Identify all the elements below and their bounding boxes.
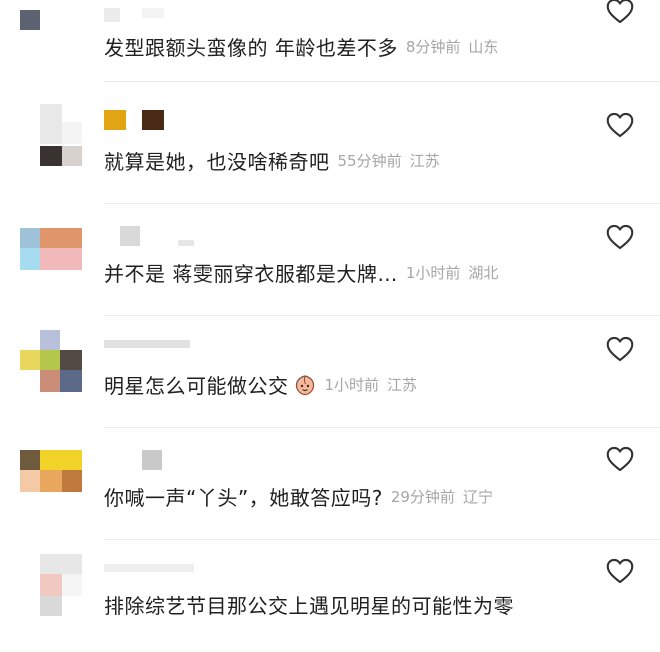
comment-text: 就算是她，也没啥稀奇吧 bbox=[104, 150, 330, 174]
avatar-pixel bbox=[40, 330, 60, 350]
heart-outline-icon[interactable] bbox=[606, 112, 634, 138]
avatar-pixel bbox=[20, 350, 40, 370]
comment-text: 排除综艺节目那公交上遇见明星的可能性为零 bbox=[104, 594, 514, 618]
avatar-pixel bbox=[60, 370, 82, 392]
avatar[interactable] bbox=[20, 450, 82, 512]
avatar-pixel bbox=[40, 450, 82, 470]
peach-face-emoji bbox=[295, 374, 314, 395]
avatar-pixel bbox=[62, 146, 82, 166]
username-blur bbox=[104, 340, 190, 348]
avatar[interactable] bbox=[20, 228, 82, 290]
username-blur bbox=[142, 110, 164, 130]
username-blur bbox=[104, 8, 120, 22]
avatar-pixel bbox=[40, 470, 62, 492]
username-blur bbox=[142, 450, 162, 470]
comment-content: 你喊一声“丫头”，她敢答应吗? 29分钟前 辽宁 bbox=[104, 482, 493, 511]
avatar-pixel bbox=[20, 248, 40, 270]
avatar-pixel bbox=[62, 122, 82, 144]
comment-time: 1小时前 bbox=[405, 264, 461, 282]
avatar-pixel bbox=[62, 470, 82, 492]
comment-item[interactable]: 发型跟额头蛮像的 年龄也差不多 8分钟前 山东 bbox=[0, 0, 660, 82]
avatar-pixel bbox=[40, 596, 62, 616]
avatar-pixel bbox=[60, 350, 82, 370]
comment-content: 并不是 蒋雯丽穿衣服都是大牌… 1小时前 湖北 bbox=[104, 258, 498, 287]
comment-content: 排除综艺节目那公交上遇见明星的可能性为零 bbox=[104, 590, 514, 619]
avatar[interactable] bbox=[20, 330, 82, 392]
comment-time: 55分钟前 bbox=[337, 152, 402, 170]
username-blur bbox=[142, 8, 164, 18]
username-blur bbox=[120, 226, 140, 246]
heart-outline-icon[interactable] bbox=[606, 558, 634, 584]
comment-item[interactable]: 就算是她，也没啥稀奇吧 55分钟前 江苏 bbox=[0, 92, 660, 204]
avatar[interactable] bbox=[20, 554, 82, 616]
comment-content: 明星怎么可能做公交 1小时前 江苏 bbox=[104, 370, 417, 399]
username-blur bbox=[178, 240, 194, 246]
comment-content: 就算是她，也没啥稀奇吧 55分钟前 江苏 bbox=[104, 146, 440, 175]
avatar-pixel bbox=[40, 574, 62, 596]
username-blur bbox=[104, 110, 126, 130]
avatar-pixel bbox=[20, 450, 40, 470]
comment-item[interactable]: 排除综艺节目那公交上遇见明星的可能性为零 bbox=[0, 540, 660, 652]
comment-content: 发型跟额头蛮像的 年龄也差不多 8分钟前 山东 bbox=[104, 32, 498, 61]
avatar-pixel bbox=[20, 10, 40, 30]
comment-text: 明星怎么可能做公交 bbox=[104, 374, 289, 398]
comment-time: 8分钟前 bbox=[405, 38, 461, 56]
avatar[interactable] bbox=[20, 104, 82, 166]
comment-location: 山东 bbox=[468, 38, 499, 56]
heart-outline-icon[interactable] bbox=[606, 224, 634, 250]
comment-location: 湖北 bbox=[468, 264, 499, 282]
comment-location: 江苏 bbox=[409, 152, 440, 170]
avatar[interactable] bbox=[20, 10, 60, 50]
comment-location: 辽宁 bbox=[462, 488, 493, 506]
comment-item[interactable]: 明星怎么可能做公交 1小时前 江苏 bbox=[0, 316, 660, 428]
heart-outline-icon[interactable] bbox=[606, 0, 634, 24]
avatar-pixel bbox=[40, 248, 82, 270]
comment-time: 1小时前 bbox=[324, 376, 380, 394]
avatar-pixel bbox=[40, 554, 82, 574]
comment-item[interactable]: 并不是 蒋雯丽穿衣服都是大牌… 1小时前 湖北 bbox=[0, 204, 660, 316]
avatar-pixel bbox=[40, 350, 60, 370]
avatar-pixel bbox=[40, 104, 62, 144]
comment-text: 并不是 蒋雯丽穿衣服都是大牌… bbox=[104, 262, 398, 286]
comment-text: 你喊一声“丫头”，她敢答应吗? bbox=[104, 486, 383, 510]
avatar-pixel bbox=[20, 228, 40, 248]
comment-location: 江苏 bbox=[387, 376, 418, 394]
comment-text: 发型跟额头蛮像的 年龄也差不多 bbox=[104, 36, 398, 60]
comment-item[interactable]: 你喊一声“丫头”，她敢答应吗? 29分钟前 辽宁 bbox=[0, 428, 660, 540]
avatar-pixel bbox=[62, 574, 82, 596]
avatar-pixel bbox=[40, 370, 60, 392]
comment-time: 29分钟前 bbox=[390, 488, 455, 506]
avatar-pixel bbox=[20, 470, 40, 492]
avatar-pixel bbox=[40, 228, 82, 248]
heart-outline-icon[interactable] bbox=[606, 336, 634, 362]
heart-outline-icon[interactable] bbox=[606, 446, 634, 472]
username-blur bbox=[104, 564, 194, 572]
divider bbox=[104, 81, 660, 82]
avatar-pixel bbox=[40, 146, 62, 166]
